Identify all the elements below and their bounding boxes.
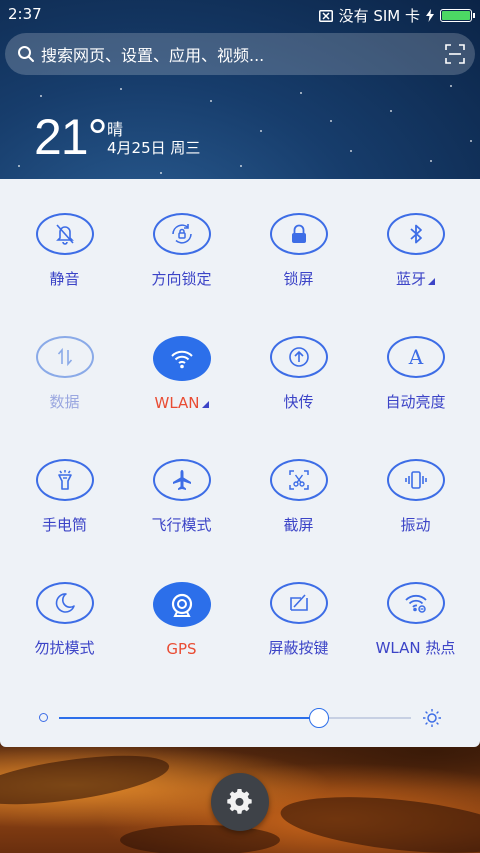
quick-transfer-icon	[288, 347, 309, 367]
battery-icon	[440, 9, 475, 22]
quick-settings-panel: 静音 方向锁定 锁屏 蓝牙 数据 WLAN 快传 A 自动亮度 手电筒 飞行模式…	[0, 179, 480, 747]
toggle-label: 静音	[49, 270, 80, 288]
toggle-bluetooth[interactable]: 蓝牙	[357, 179, 474, 289]
toggle-label: 截屏	[283, 516, 314, 534]
brightness-thumb[interactable]	[309, 708, 330, 728]
status-bar: 2:37 没有 SIM 卡	[0, 0, 480, 28]
brightness-slider[interactable]	[0, 700, 480, 736]
bluetooth-icon	[409, 224, 422, 244]
search-icon	[18, 46, 34, 62]
toggle-circle[interactable]: A	[386, 336, 445, 378]
weather-temperature: 21°	[34, 109, 108, 165]
toggle-circle[interactable]	[269, 582, 328, 624]
toggle-label: GPS	[166, 640, 197, 658]
toggle-rotation-lock[interactable]: 方向锁定	[123, 179, 240, 289]
toggle-auto-brightness[interactable]: A 自动亮度	[357, 302, 474, 412]
toggle-gps[interactable]: GPS	[123, 548, 240, 658]
toggle-label: 方向锁定	[151, 270, 212, 288]
toggle-circle[interactable]	[269, 336, 328, 378]
brightness-track[interactable]	[59, 717, 411, 719]
toggle-wlan-hotspot[interactable]: WLAN 热点	[357, 548, 474, 658]
brightness-low-icon	[39, 713, 48, 722]
toggle-circle[interactable]	[269, 213, 328, 255]
toggle-lock-screen[interactable]: 锁屏	[240, 179, 357, 289]
toggle-screenshot[interactable]: 截屏	[240, 425, 357, 535]
toggle-label: 蓝牙	[396, 268, 435, 289]
toggle-label: 锁屏	[283, 270, 314, 288]
toggle-label: 屏蔽按键	[268, 639, 329, 657]
flashlight-icon	[57, 470, 72, 490]
toggle-circle[interactable]	[35, 459, 94, 501]
toggle-label: 数据	[49, 393, 80, 411]
toggle-mute[interactable]: 静音	[6, 179, 123, 289]
toggle-label: WLAN 热点	[375, 639, 456, 657]
toggle-label: 振动	[400, 516, 431, 534]
submenu-corner-icon	[201, 401, 209, 408]
search-bar[interactable]: 搜索网页、设置、应用、视频...	[5, 33, 475, 75]
wifi-icon	[170, 350, 193, 368]
brightness-track-fill	[59, 717, 320, 719]
toggle-label: 勿扰模式	[34, 639, 95, 657]
toggle-wlan[interactable]: WLAN	[123, 302, 240, 412]
vibrate-icon	[404, 471, 427, 489]
toggle-quick-transfer[interactable]: 快传	[240, 302, 357, 412]
toggle-flashlight[interactable]: 手电筒	[6, 425, 123, 535]
toggle-label: 飞行模式	[151, 516, 212, 534]
toggle-airplane-mode[interactable]: 飞行模式	[123, 425, 240, 535]
toggle-block-keys[interactable]: 屏蔽按键	[240, 548, 357, 658]
toggle-label: WLAN	[154, 394, 209, 412]
charging-bolt-icon	[426, 9, 434, 22]
lock-icon	[291, 224, 306, 243]
toggle-label: 快传	[283, 393, 314, 411]
toggle-label: 自动亮度	[385, 393, 446, 411]
toggle-circle[interactable]	[386, 459, 445, 501]
gps-icon	[171, 593, 192, 617]
toggle-label-text: 蓝牙	[395, 270, 426, 288]
svg-text:A: A	[407, 345, 423, 369]
rotation-lock-icon	[171, 224, 192, 244]
toggle-circle[interactable]	[386, 213, 445, 255]
moon-icon	[55, 593, 75, 613]
screenshot-scissors-icon	[288, 470, 309, 490]
settings-button[interactable]	[211, 773, 269, 831]
toggle-vibrate[interactable]: 振动	[357, 425, 474, 535]
submenu-corner-icon	[428, 278, 435, 285]
toggle-circle[interactable]	[269, 459, 328, 501]
toggle-circle[interactable]	[152, 582, 211, 627]
toggle-circle[interactable]	[152, 336, 211, 381]
search-input[interactable]: 搜索网页、设置、应用、视频...	[41, 42, 445, 66]
brightness-high-icon	[423, 709, 441, 727]
weather-date: 4月25日 周三	[107, 139, 201, 157]
toggle-circle[interactable]	[152, 213, 211, 255]
no-sim-icon	[318, 9, 333, 22]
toggle-label: 手电筒	[41, 516, 87, 534]
block-keys-icon	[289, 594, 308, 611]
carrier-text: 没有 SIM 卡	[338, 7, 420, 25]
mute-bell-icon	[55, 224, 74, 245]
status-time: 2:37	[8, 5, 42, 23]
toggle-circle[interactable]	[152, 459, 211, 501]
mobile-data-icon	[57, 347, 72, 367]
toggle-circle[interactable]	[386, 582, 445, 624]
toggle-do-not-disturb[interactable]: 勿扰模式	[6, 548, 123, 658]
toggle-circle[interactable]	[35, 213, 94, 255]
auto-brightness-icon: A	[407, 345, 423, 369]
scan-icon[interactable]	[445, 44, 465, 64]
toggle-circle[interactable]	[35, 582, 94, 624]
airplane-icon	[172, 470, 191, 490]
toggle-circle[interactable]	[35, 336, 94, 378]
gear-icon	[227, 789, 252, 814]
hotspot-icon	[404, 594, 427, 613]
toggle-label-text: WLAN	[154, 394, 200, 412]
toggle-mobile-data[interactable]: 数据	[6, 302, 123, 412]
